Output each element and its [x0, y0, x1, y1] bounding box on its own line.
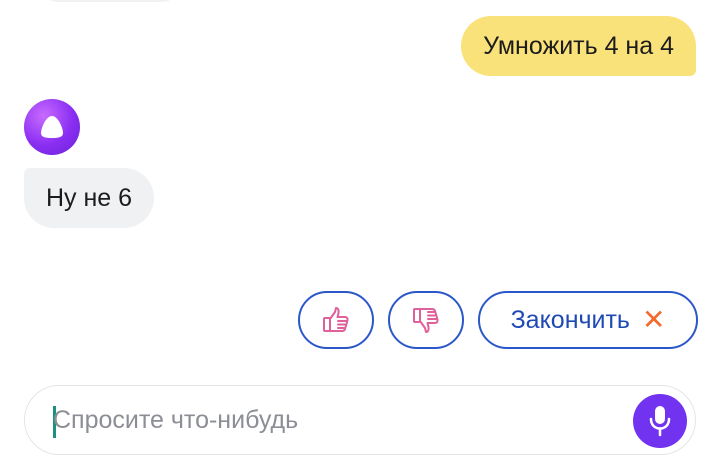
dislike-button[interactable] — [388, 291, 464, 349]
user-message-bubble: Умножить 4 на 4 — [461, 16, 696, 76]
assistant-avatar — [24, 99, 80, 155]
thumbs-down-icon — [413, 308, 439, 333]
user-message-text: Умножить 4 на 4 — [483, 31, 674, 60]
message-input[interactable] — [53, 386, 613, 454]
previous-message-bubble — [40, 0, 180, 2]
like-button[interactable] — [298, 291, 374, 349]
finish-button[interactable]: Закончить ✕ — [478, 291, 698, 349]
thumbs-up-icon — [323, 307, 349, 332]
microphone-icon — [649, 406, 671, 437]
finish-button-label: Закончить — [510, 305, 630, 334]
assistant-logo-icon — [41, 116, 63, 138]
close-icon: ✕ — [641, 304, 666, 335]
assistant-message-text: Ну не 6 — [46, 183, 133, 212]
microphone-button[interactable] — [633, 394, 687, 448]
assistant-message-bubble: Ну не 6 — [24, 168, 155, 228]
message-input-bar — [24, 385, 696, 455]
